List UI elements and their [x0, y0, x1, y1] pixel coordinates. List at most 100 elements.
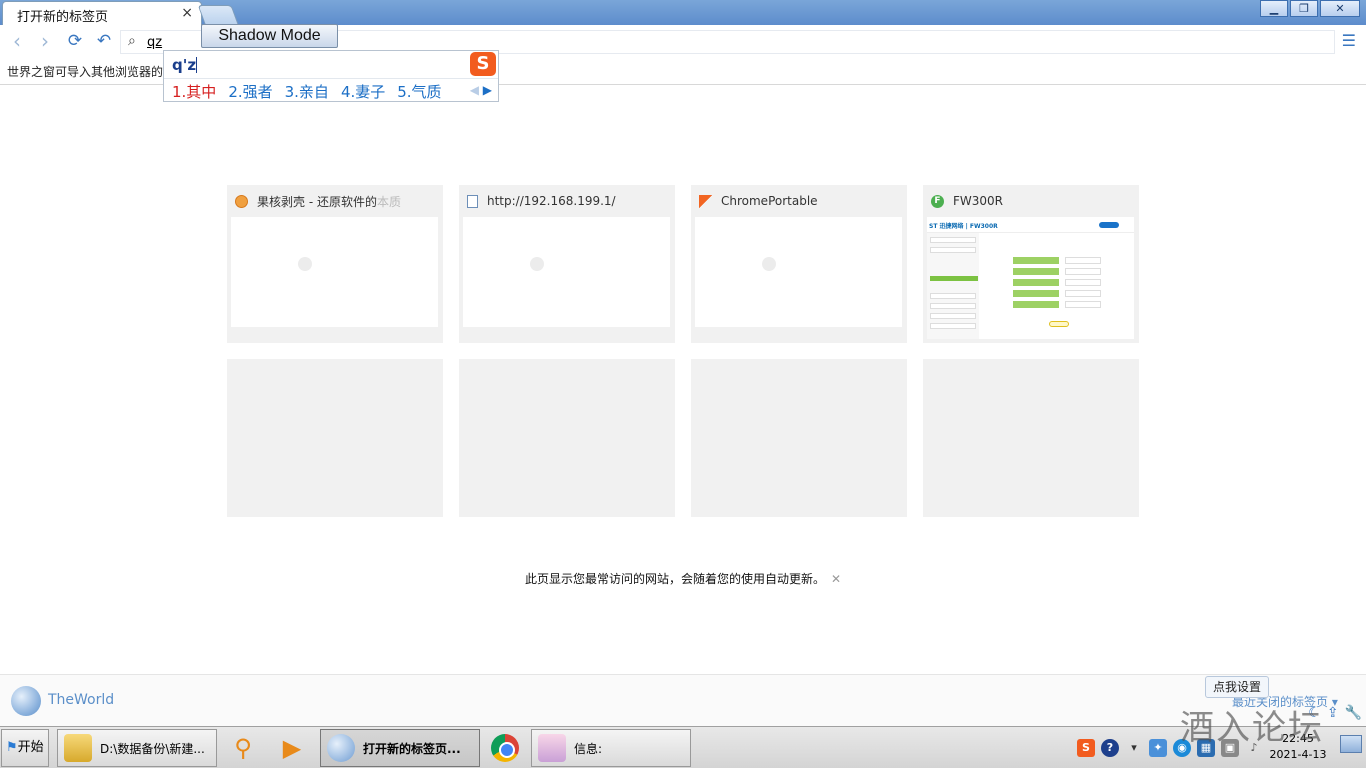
- speed-dial-tile[interactable]: F FW300R ST 迅捷网络 | FW300R: [923, 185, 1139, 343]
- router-sidebar: [927, 233, 979, 339]
- wrench-icon[interactable]: 🔧: [1345, 705, 1362, 721]
- forward-icon[interactable]: ›: [34, 31, 56, 52]
- speed-dial-empty-tile[interactable]: [459, 359, 675, 517]
- start-label: 开始: [17, 740, 44, 755]
- taskbar-item-chat[interactable]: 信息:: [531, 729, 691, 767]
- search-icon: ⌕: [128, 33, 136, 49]
- settings-tip[interactable]: 点我设置: [1205, 676, 1269, 698]
- orange-circle-icon: [235, 194, 248, 208]
- tile-title-fade: 本质: [376, 194, 401, 209]
- restore-button[interactable]: ❐: [1290, 0, 1318, 17]
- address-input[interactable]: qz: [147, 35, 162, 50]
- speed-dial-empty-tile[interactable]: [691, 359, 907, 517]
- menu-icon[interactable]: ☰: [1342, 31, 1356, 50]
- most-visited-note: 此页显示您最常访问的网站，会随着您的使用自动更新。 ✕: [0, 570, 1366, 587]
- router-page-preview: ST 迅捷网络 | FW300R: [927, 217, 1134, 339]
- speed-dial-tile[interactable]: ChromePortable: [691, 185, 907, 343]
- sogou-logo-icon[interactable]: S: [470, 52, 496, 76]
- os-taskbar: ⚑开始 D:\数据备份\新建... ⚲ ▶ 打开新的标签页... 信息: S ?…: [0, 726, 1366, 768]
- ime-composition: q'z: [172, 56, 197, 74]
- shadow-mode-badge[interactable]: Shadow Mode: [201, 24, 338, 48]
- tile-header: F FW300R: [931, 193, 1131, 209]
- ime-candidate[interactable]: 2.强者: [228, 81, 272, 102]
- tab-close-icon[interactable]: ×: [181, 5, 193, 21]
- speed-dial-tile[interactable]: 果核剥壳 - 还原软件的 本质: [227, 185, 443, 343]
- help-icon[interactable]: ?: [1101, 739, 1119, 757]
- router-side-item: [930, 323, 976, 329]
- theworld-brand: TheWorld: [48, 692, 115, 708]
- router-row: [1013, 279, 1059, 286]
- bird-icon[interactable]: ✦: [1149, 739, 1167, 757]
- theworld-icon: [327, 734, 355, 762]
- tab-new-tab[interactable]: 打开新的标签页 ×: [2, 1, 202, 25]
- minimize-button[interactable]: ▁: [1260, 0, 1288, 17]
- folder-icon: [64, 734, 92, 762]
- router-field: [1065, 290, 1101, 297]
- tile-thumbnail: [463, 217, 670, 327]
- router-field: [1065, 279, 1101, 286]
- fw-icon: F: [931, 194, 944, 208]
- router-brand: ST 迅捷网络 | FW300R: [929, 223, 998, 230]
- router-pill: [1099, 222, 1119, 228]
- refresh-icon[interactable]: ⟳: [64, 32, 86, 52]
- undo-close-icon[interactable]: ↶: [93, 32, 115, 52]
- ime-page-arrows: ◀ ▶: [470, 83, 492, 97]
- tile-thumbnail: [231, 217, 438, 327]
- taskbar-item-explorer[interactable]: D:\数据备份\新建...: [57, 729, 217, 767]
- tile-title: http://192.168.199.1/: [487, 194, 616, 208]
- ime-candidate[interactable]: 4.妻子: [341, 81, 385, 102]
- clock-date: 2021-4-13: [1269, 748, 1327, 761]
- chromeportable-icon: [699, 194, 712, 208]
- upload-icon[interactable]: ⇪: [1327, 705, 1339, 721]
- ime-candidate-window: q'z S 1.其中 2.强者 3.亲自 4.妻子 5.气质 ◀ ▶: [163, 50, 499, 102]
- ime-divider: [164, 78, 498, 79]
- back-icon[interactable]: ‹: [6, 31, 28, 52]
- router-row: [1013, 290, 1059, 297]
- tile-header: 果核剥壳 - 还原软件的 本质: [235, 193, 435, 209]
- ime-next-icon[interactable]: ▶: [483, 83, 492, 97]
- window-controls: ▁ ❐ ✕: [1258, 0, 1360, 18]
- router-save-button: [1049, 321, 1069, 327]
- taskbar-item-browser[interactable]: 打开新的标签页...: [320, 729, 480, 767]
- speed-dial-empty-tile[interactable]: [227, 359, 443, 517]
- chrome-logo: [491, 734, 519, 762]
- router-page-thumbnail: ST 迅捷网络 | FW300R: [927, 217, 1134, 339]
- tile-title: 果核剥壳 - 还原软件的: [257, 194, 377, 209]
- speed-dial-tile[interactable]: http://192.168.199.1/: [459, 185, 675, 343]
- windows-flag-icon: ⚑: [6, 740, 18, 755]
- new-tab-button[interactable]: [197, 5, 239, 24]
- router-side-item: [930, 237, 976, 243]
- router-field: [1065, 268, 1101, 275]
- dismiss-note-icon[interactable]: ✕: [831, 572, 841, 586]
- tile-header: ChromePortable: [699, 193, 899, 209]
- router-field: [1065, 301, 1101, 308]
- tab-strip: 打开新的标签页 × ▁ ❐ ✕: [0, 0, 1366, 25]
- router-side-active: [930, 276, 978, 281]
- start-button[interactable]: ⚑开始: [1, 729, 49, 767]
- tile-header: http://192.168.199.1/: [467, 193, 667, 209]
- router-side-item: [930, 313, 976, 319]
- router-row: [1013, 257, 1059, 264]
- loading-dot: [530, 257, 544, 271]
- router-field: [1065, 257, 1101, 264]
- speed-dial-empty-tile[interactable]: [923, 359, 1139, 517]
- router-row: [1013, 301, 1059, 308]
- search-app-icon[interactable]: ⚲: [227, 733, 259, 763]
- task-label: 信息:: [574, 741, 603, 756]
- import-bookmarks-hint[interactable]: 世界之窗可导入其他浏览器的: [7, 63, 163, 80]
- ime-candidate[interactable]: 5.气质: [397, 81, 441, 102]
- ime-candidate[interactable]: 3.亲自: [285, 81, 329, 102]
- most-visited-text: 此页显示您最常访问的网站，会随着您的使用自动更新。: [524, 572, 825, 586]
- show-desktop-button[interactable]: [1340, 735, 1362, 753]
- router-side-item: [930, 303, 976, 309]
- media-player-icon[interactable]: ▶: [276, 733, 308, 763]
- tray-expand-icon[interactable]: ▾: [1125, 739, 1143, 757]
- router-row: [1013, 268, 1059, 275]
- ime-prev-icon[interactable]: ◀: [470, 83, 479, 97]
- chrome-icon[interactable]: [489, 733, 523, 763]
- ime-candidate[interactable]: 1.其中: [172, 81, 216, 102]
- sogou-tray-icon[interactable]: S: [1077, 739, 1095, 757]
- close-window-button[interactable]: ✕: [1320, 0, 1360, 17]
- tile-title: ChromePortable: [721, 194, 818, 208]
- task-label: 打开新的标签页...: [363, 741, 461, 756]
